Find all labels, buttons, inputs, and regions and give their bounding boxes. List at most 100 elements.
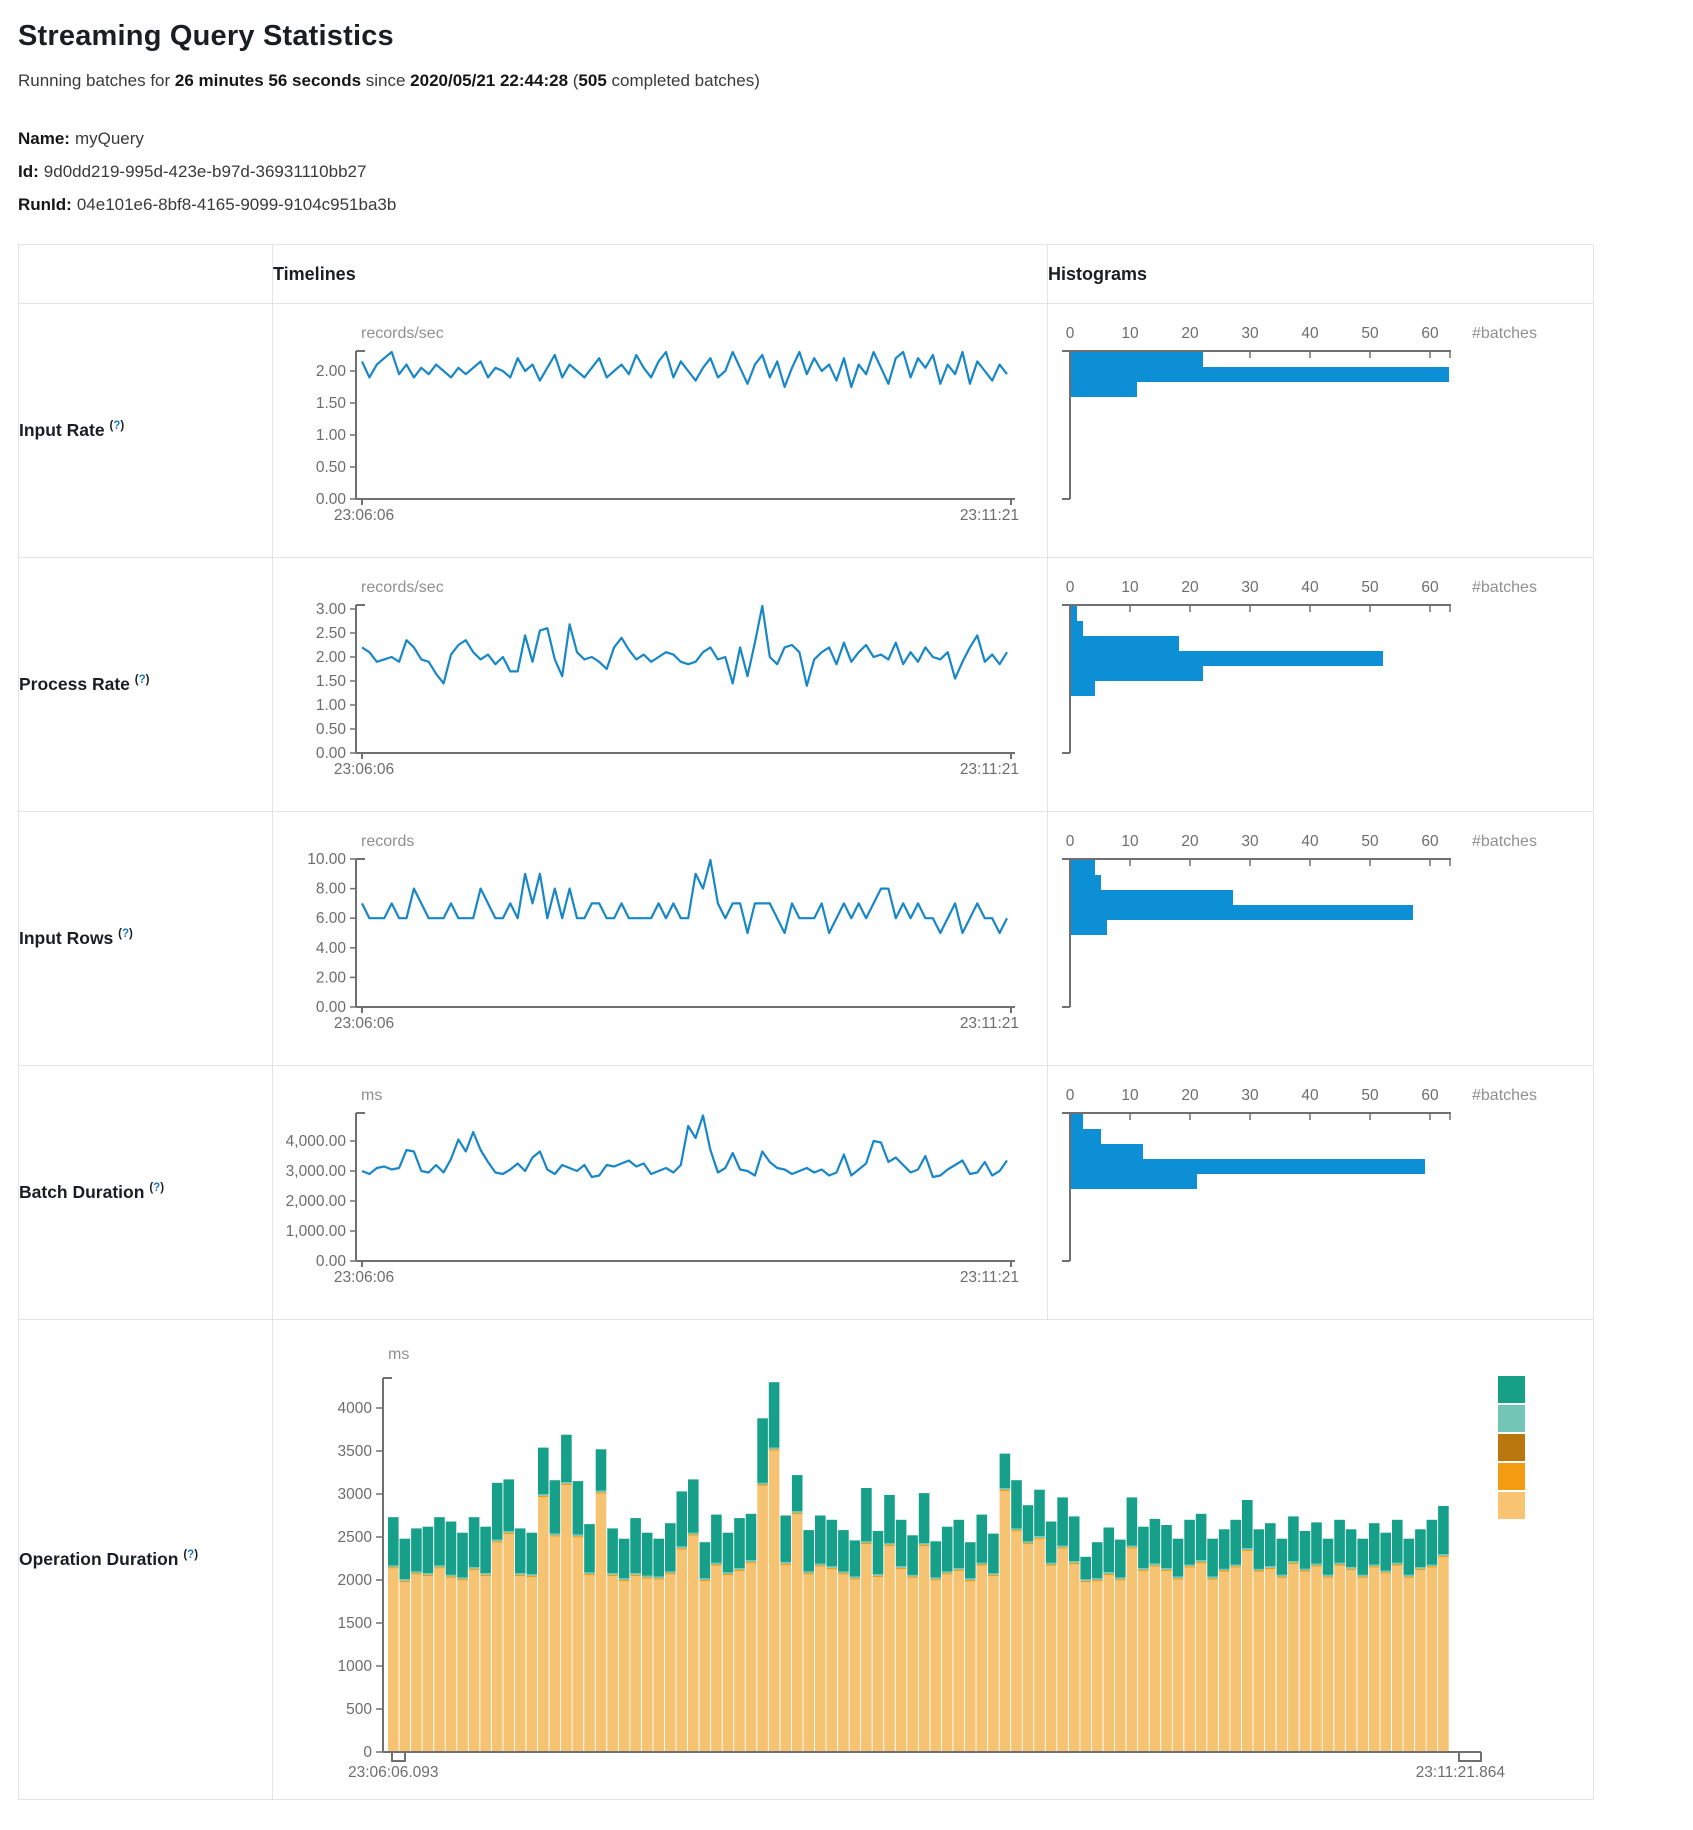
- stacked-bar: [584, 1524, 595, 1752]
- timeline-y-tick-label: 0.50: [316, 721, 347, 738]
- input-rate-timeline-cell: records/sec2.001.501.000.500.0023:06:062…: [273, 304, 1048, 558]
- statistics-table: Timelines Histograms Input Rate (?) reco…: [18, 244, 1594, 1800]
- stacked-bar: [1334, 1520, 1345, 1752]
- stacked-bar: [1034, 1490, 1045, 1752]
- timeline-y-tick-label: 2.00: [316, 969, 347, 986]
- stacked-bar: [850, 1540, 861, 1752]
- help-icon[interactable]: (?): [118, 928, 133, 940]
- histogram-x-tick-label: 20: [1181, 325, 1199, 342]
- histogram-x-tick-label: 30: [1241, 325, 1259, 342]
- stacked-bar: [1023, 1505, 1034, 1752]
- name-label: Name:: [18, 129, 70, 148]
- stacked-bar: [977, 1515, 988, 1752]
- stacked-bar: [1115, 1540, 1126, 1752]
- histogram-bar: [1071, 890, 1233, 905]
- histogram-bar: [1071, 875, 1101, 890]
- stacked-bar: [1069, 1516, 1080, 1752]
- stacked-bar: [1288, 1516, 1299, 1752]
- timeline-unit-label: records/sec: [361, 325, 444, 342]
- stacked-bar: [492, 1483, 503, 1752]
- histogram-bar: [1071, 1129, 1101, 1144]
- timeline-y-tick-label: 4.00: [316, 940, 347, 957]
- stacked-bar: [1438, 1506, 1449, 1752]
- timeline-y-tick-label: 4,000.00: [286, 1133, 347, 1150]
- help-icon[interactable]: (?): [109, 420, 124, 432]
- timeline-y-tick-label: 1.50: [316, 395, 347, 412]
- operation-duration-chart-cell: ms4000350030002500200015001000500023:06:…: [273, 1320, 1594, 1800]
- stacked-bar: [642, 1533, 653, 1752]
- timeline-y-tick-label: 0.00: [316, 1253, 347, 1270]
- timeline-y-tick-label: 10.00: [307, 851, 346, 868]
- timeline-y-tick-label: 2.50: [316, 625, 347, 642]
- stacked-bar: [527, 1533, 538, 1752]
- timeline-axes: [350, 605, 1015, 759]
- process-rate-timeline-cell: records/sec3.002.502.001.501.000.500.002…: [273, 558, 1048, 812]
- stacked-bar: [1300, 1531, 1311, 1752]
- timeline-line: [362, 1116, 1007, 1178]
- batch-duration-timeline-cell: ms4,000.003,000.002,000.001,000.000.0023…: [273, 1066, 1048, 1320]
- histogram-bar: [1071, 606, 1077, 621]
- stacked-bar: [1427, 1520, 1438, 1752]
- stacked-bar: [861, 1488, 872, 1752]
- stacked-bar: [1380, 1533, 1391, 1752]
- stacked-bar: [734, 1518, 745, 1752]
- stacked-bar: [480, 1527, 491, 1752]
- input-rate-histogram-cell: 0102030405060#batches: [1048, 304, 1594, 558]
- stacked-bar: [388, 1517, 399, 1752]
- stacked-bar: [1392, 1520, 1403, 1752]
- stacked-bar: [838, 1530, 849, 1752]
- histogram-x-tick-label: 60: [1421, 579, 1439, 596]
- stacked-bar: [1369, 1523, 1380, 1752]
- timeline-y-tick-label: 1.00: [316, 697, 347, 714]
- timeline-y-tick-label: 2,000.00: [286, 1193, 347, 1210]
- completed-batches-count: 505: [578, 71, 606, 90]
- table-header-row: Timelines Histograms: [19, 245, 1594, 304]
- histogram-bar: [1071, 651, 1383, 666]
- timeline-y-tick-label: 6.00: [316, 910, 347, 927]
- histogram-x-tick-label: 50: [1361, 579, 1379, 596]
- stacked-bar: [1080, 1557, 1091, 1752]
- histogram-x-tick-label: 20: [1181, 1087, 1199, 1104]
- stacked-bar: [907, 1535, 918, 1752]
- stacked-bar: [561, 1435, 572, 1752]
- batch-duration-histogram-chart: 0102030405060#batches: [1048, 1066, 1593, 1318]
- histogram-x-tick-label: 60: [1421, 833, 1439, 850]
- running-since-timestamp: 2020/05/21 22:44:28: [410, 71, 568, 90]
- histogram-x-tick-label: 30: [1241, 1087, 1259, 1104]
- histogram-bar: [1071, 621, 1083, 636]
- timeline-x-end-label: 23:11:21: [960, 1015, 1019, 1032]
- stacked-bar: [769, 1382, 780, 1752]
- stacked-bar: [1092, 1542, 1103, 1752]
- histogram-x-tick-label: 10: [1121, 1087, 1139, 1104]
- help-icon[interactable]: (?): [183, 1549, 198, 1561]
- stacked-bar: [700, 1542, 711, 1752]
- stacked-chart-x-start-label: 23:06:06.093: [348, 1764, 439, 1781]
- stacked-bar: [457, 1533, 468, 1752]
- stacked-bar: [1404, 1539, 1415, 1752]
- timeline-y-tick-label: 0.00: [316, 999, 347, 1016]
- help-icon[interactable]: (?): [135, 674, 150, 686]
- stacked-bar: [1230, 1520, 1241, 1752]
- stacked-bar: [1150, 1519, 1161, 1752]
- stacked-chart-y-tick-label: 1500: [338, 1615, 373, 1632]
- stacked-bar: [630, 1518, 641, 1752]
- process-rate-timeline-chart: records/sec3.002.502.001.501.000.500.002…: [273, 558, 1047, 810]
- timeline-y-tick-label: 0.50: [316, 459, 347, 476]
- running-duration: 26 minutes 56 seconds: [175, 71, 361, 90]
- row-label-operation-duration: Operation Duration (?): [19, 1320, 273, 1800]
- stacked-chart-unit-label: ms: [388, 1346, 409, 1363]
- stacked-bar: [1011, 1480, 1022, 1752]
- stacked-bar: [1000, 1454, 1011, 1752]
- histogram-bar: [1071, 666, 1203, 681]
- stacked-bar: [411, 1528, 422, 1752]
- histogram-x-tick-label: 10: [1121, 325, 1139, 342]
- histogram-x-tick-label: 20: [1181, 579, 1199, 596]
- timeline-x-start-label: 23:06:06: [334, 507, 394, 524]
- stacked-bar: [1127, 1497, 1138, 1752]
- stacked-bar: [792, 1475, 803, 1752]
- histogram-bar: [1071, 905, 1413, 920]
- name-value: myQuery: [75, 129, 144, 148]
- histogram-bar: [1071, 636, 1179, 651]
- help-icon[interactable]: (?): [149, 1182, 164, 1194]
- row-label-batch-duration: Batch Duration (?): [19, 1066, 273, 1320]
